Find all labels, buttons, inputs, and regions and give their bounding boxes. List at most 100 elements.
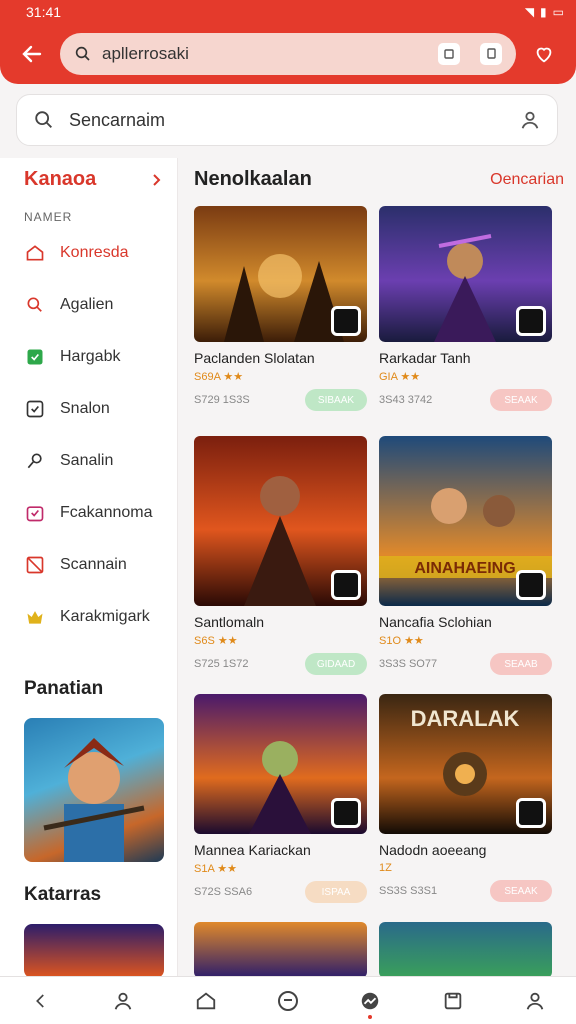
sidebar-item-agalien[interactable]: Agalien [24, 294, 113, 316]
sidebar-item-label: Konresda [60, 244, 129, 261]
tab-icon[interactable] [438, 43, 460, 65]
check-box-icon [24, 398, 46, 420]
sidebar-heading-katarras: Katarras [24, 884, 102, 905]
url-bar[interactable]: apllerrosaki [60, 33, 516, 75]
search-bar[interactable]: Sencarnaim [16, 94, 558, 146]
game-card[interactable]: Mannea Kariackan S1A ★★ S72S SSA6 ISPAA [194, 694, 367, 903]
see-all-link[interactable]: Oencarian [490, 171, 564, 189]
sidebar-item-label: Fcakannoma [60, 504, 153, 521]
game-size: S725 1S72 [194, 658, 249, 670]
sidebar-heading-panatian: Panatian [24, 678, 104, 699]
nav-games[interactable] [268, 981, 308, 1021]
featured-thumbnail[interactable] [24, 718, 164, 862]
favorite-button[interactable] [524, 34, 564, 74]
home-icon [196, 992, 215, 1009]
game-size: 3S43 3742 [379, 394, 433, 406]
sidebar-item-hargabk[interactable]: Hargabk [24, 346, 120, 368]
game-card[interactable]: DARALAK Nadodn aoeeang 1Z SS3S S3S1 SEAA… [379, 694, 552, 902]
sidebar-section-label: NAMER [24, 210, 73, 224]
main-content: Nenolkaalan Oencarian Paclanden Slolatan… [180, 158, 576, 978]
nav-people[interactable] [103, 981, 143, 1021]
game-rating: S1O ★★ [379, 635, 424, 647]
character-illustration [43, 738, 145, 862]
game-thumbnail[interactable] [194, 922, 367, 978]
qr-code-icon [331, 306, 361, 336]
sidebar-item-karakmigark[interactable]: Karakmigark [24, 606, 150, 628]
chevron-right-icon[interactable] [150, 173, 164, 187]
install-button[interactable]: SEAAK [490, 389, 552, 411]
active-indicator [368, 1014, 373, 1019]
sidebar-item-fcakannoma[interactable]: Fcakannoma [24, 502, 153, 524]
game-rating: S1A ★★ [194, 863, 237, 875]
qr-code-icon [516, 306, 546, 336]
game-thumbnail[interactable] [379, 206, 552, 342]
game-card[interactable]: Santlomaln S6S ★★ S725 1S72 GIDAAD [194, 436, 367, 675]
bag-icon [24, 502, 46, 524]
back-button[interactable] [12, 34, 52, 74]
bottom-nav [0, 976, 576, 1024]
nav-trending[interactable] [350, 981, 390, 1021]
game-card[interactable]: Rarkadar Tanh GIA ★★ 3S43 3742 SEAAK [379, 206, 552, 411]
game-thumbnail[interactable]: DARALAK [379, 694, 552, 834]
game-title: Paclanden Slolatan [194, 350, 315, 366]
battery-icon: ▭ [552, 5, 564, 19]
card-meta: S725 1S72 GIDAAD [194, 653, 367, 675]
qr-code-icon [331, 570, 361, 600]
copy-icon[interactable] [480, 43, 502, 65]
game-card[interactable] [379, 922, 552, 978]
game-card[interactable] [194, 922, 367, 978]
game-thumbnail[interactable] [194, 206, 367, 342]
sidebar-item-sanalin[interactable]: Sanalin [24, 450, 113, 472]
house-icon [24, 242, 46, 264]
pin-icon [24, 450, 46, 472]
qr-code-icon [516, 798, 546, 828]
sidebar-item-label: Agalien [60, 296, 114, 313]
user-icon [526, 992, 544, 1010]
game-thumbnail[interactable] [194, 436, 367, 606]
sidebar-item-label: Hargabk [60, 348, 121, 365]
user-icon[interactable] [519, 109, 541, 131]
game-thumbnail[interactable] [194, 694, 367, 834]
game-card[interactable]: Paclanden Slolatan S69A ★★ S729 1S3S SIB… [194, 206, 367, 411]
crown-icon [24, 606, 46, 628]
nav-back[interactable] [21, 981, 61, 1021]
game-thumbnail[interactable]: AINAHAEING [379, 436, 552, 606]
heart-icon [536, 47, 552, 63]
sidebar-item-konresda[interactable]: Konresda [24, 242, 129, 264]
install-button[interactable]: GIDAAD [305, 653, 367, 675]
nav-home[interactable] [186, 981, 226, 1021]
search-icon [75, 46, 90, 61]
url-text[interactable]: apllerrosaki [102, 44, 418, 64]
sidebar-title: Kanaoa [24, 168, 97, 190]
sidebar-item-label: Scannain [60, 556, 127, 573]
sidebar-header[interactable]: Kanaoa [24, 168, 164, 191]
search-icon [24, 294, 46, 316]
card-meta: 3S3S SO77 SEAAB [379, 653, 552, 675]
nav-profile[interactable] [515, 981, 555, 1021]
game-card[interactable]: AINAHAEING Nancafia Sclohian S1O ★★ 3S3S… [379, 436, 552, 675]
game-size: 3S3S SO77 [379, 658, 438, 670]
card-meta: SS3S S3S1 SEAAK [379, 880, 552, 902]
card-meta: S72S SSA6 ISPAA [194, 881, 367, 903]
qr-code-icon [331, 798, 361, 828]
search-input[interactable]: Sencarnaim [69, 110, 505, 131]
banner-text: DARALAK [411, 706, 520, 731]
game-rating: GIA ★★ [379, 371, 421, 383]
sidebar-item-snalon[interactable]: Snalon [24, 398, 110, 420]
install-button[interactable]: ISPAA [305, 881, 367, 903]
game-rating: S6S ★★ [194, 635, 238, 647]
game-rating: S69A ★★ [194, 371, 244, 383]
install-button[interactable]: SEAAB [490, 653, 552, 675]
signal-icon: ▮ [540, 5, 547, 19]
featured-thumbnail-2[interactable] [24, 924, 164, 978]
nav-library[interactable] [433, 981, 473, 1021]
section-title: Nenolkaalan [194, 168, 312, 190]
wifi-icon: ◥ [524, 5, 535, 19]
install-button[interactable]: SIBAAK [305, 389, 367, 411]
sidebar-item-scannain[interactable]: Scannain [24, 554, 127, 576]
status-icons: ◥ ▮ ▭ [525, 5, 564, 19]
game-thumbnail[interactable] [379, 922, 552, 978]
install-button[interactable]: SEAAK [490, 880, 552, 902]
bookmark-icon [24, 346, 46, 368]
arrow-left-icon [22, 45, 42, 63]
